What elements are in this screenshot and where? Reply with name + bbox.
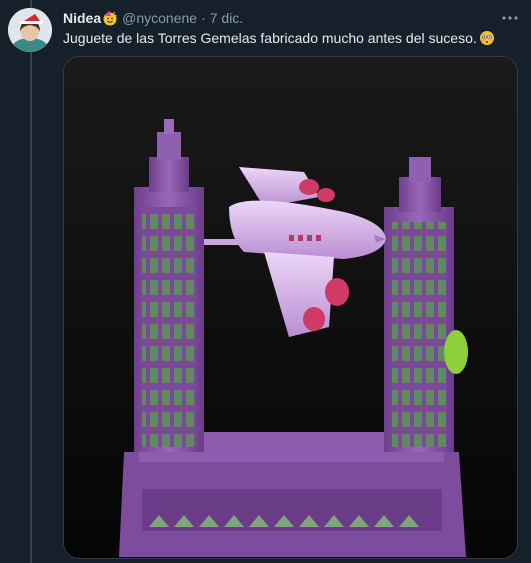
tweet-text-content: Juguete de las Torres Gemelas fabricado … xyxy=(63,30,477,46)
author-name[interactable]: Nidea xyxy=(63,10,101,26)
tweet-timestamp[interactable]: 7 dic. xyxy=(210,10,243,26)
more-horizontal-icon xyxy=(502,16,518,20)
tweet-text: Juguete de las Torres Gemelas fabricado … xyxy=(63,28,521,48)
separator-dot: · xyxy=(201,10,206,26)
more-options-button[interactable] xyxy=(499,9,521,27)
avatar[interactable] xyxy=(8,8,52,52)
tweet-header: Nidea @nyconene · 7 dic. xyxy=(63,8,521,28)
thread-connector-line xyxy=(30,0,32,563)
partying-face-icon xyxy=(103,10,117,26)
tweet-photo[interactable] xyxy=(63,56,518,559)
author-handle[interactable]: @nyconene xyxy=(122,10,197,26)
toy-photo-illustration xyxy=(64,57,517,558)
flushed-face-icon xyxy=(479,31,494,45)
